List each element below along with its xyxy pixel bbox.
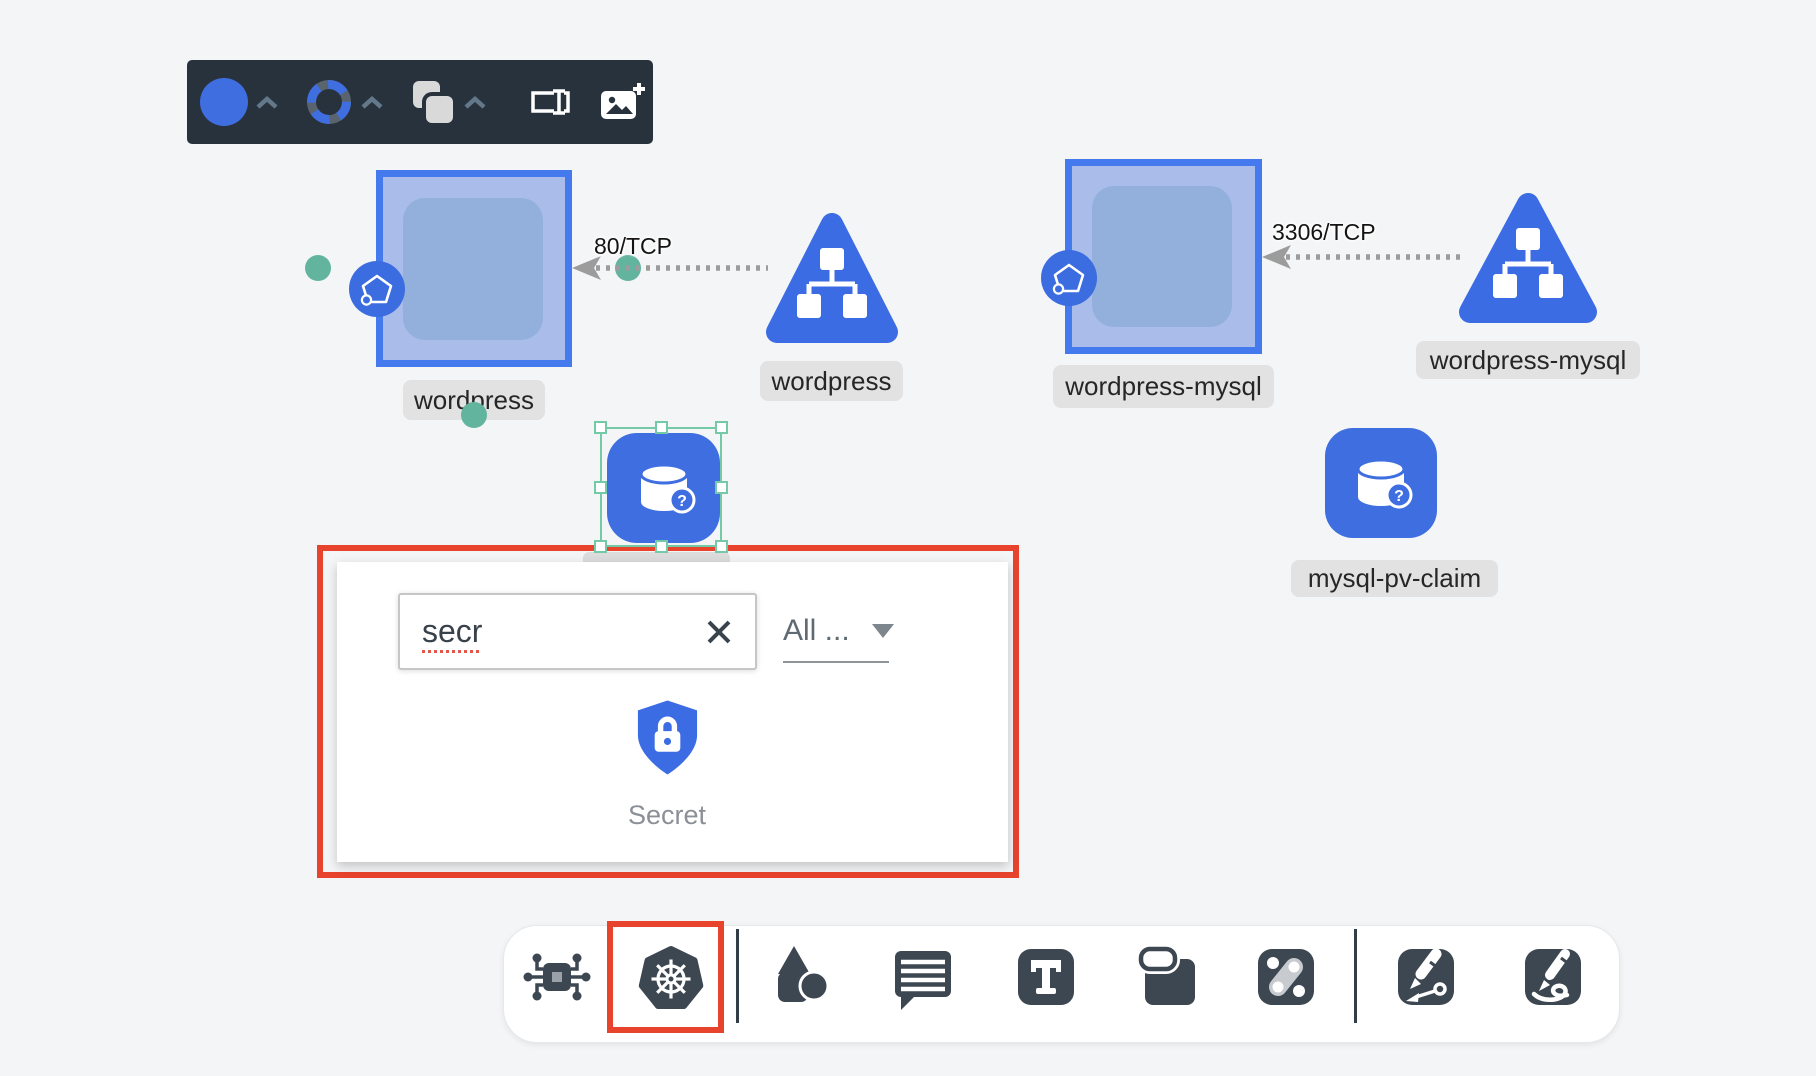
selection-box xyxy=(600,427,722,547)
selection-handle-se[interactable] xyxy=(715,540,728,553)
deployment-inner-shape xyxy=(403,198,543,340)
copy-style-button[interactable] xyxy=(397,60,500,144)
kubernetes-helm-icon xyxy=(635,941,707,1013)
node-deployment-wordpress[interactable] xyxy=(376,170,572,367)
copy-style-icon xyxy=(410,79,456,125)
search-input[interactable]: secr xyxy=(398,593,757,670)
selection-handle-w[interactable] xyxy=(594,481,607,494)
pen-arrow-icon xyxy=(1390,941,1462,1013)
node-label-wordpress-service[interactable]: wordpress xyxy=(760,361,903,401)
tool-freehand[interactable] xyxy=(1517,941,1589,1013)
chevron-up-icon[interactable] xyxy=(360,95,384,110)
edge-label-port: 80/TCP xyxy=(594,233,672,260)
tool-shapes[interactable] xyxy=(765,941,837,1013)
node-service-wordpress[interactable] xyxy=(765,210,899,346)
chevron-up-icon[interactable] xyxy=(255,95,279,110)
rename-button[interactable] xyxy=(516,60,586,144)
style-toolbar xyxy=(187,60,653,144)
search-panel: secr All ... Secret xyxy=(337,562,1008,862)
rename-text-cursor-icon xyxy=(529,84,573,120)
clear-search-icon[interactable] xyxy=(705,618,733,646)
fill-color-button[interactable] xyxy=(187,60,292,144)
dock-divider xyxy=(1354,929,1357,1023)
search-result-label: Secret xyxy=(628,800,706,831)
tool-dock xyxy=(503,925,1620,1043)
selection-handle-sw[interactable] xyxy=(594,540,607,553)
node-label-wordpress-mysql-deployment[interactable]: wordpress-mysql xyxy=(1053,365,1274,408)
tool-pen-arrow[interactable] xyxy=(1390,941,1462,1013)
add-image-icon xyxy=(599,81,645,123)
pod-pentagon-icon xyxy=(1051,260,1087,296)
selection-handle-n[interactable] xyxy=(655,421,668,434)
tool-frame[interactable] xyxy=(1133,941,1205,1013)
stroke-style-button[interactable] xyxy=(292,60,397,144)
edge-wordpress-mysql-service[interactable] xyxy=(1260,243,1465,271)
deployment-inner-shape xyxy=(1092,186,1232,327)
selection-handle-nw[interactable] xyxy=(594,421,607,434)
frame-icon xyxy=(1133,941,1205,1013)
stroke-style-swatch-icon xyxy=(305,78,353,126)
svg-text:?: ? xyxy=(1394,488,1404,505)
chevron-down-icon xyxy=(872,624,894,638)
text-icon xyxy=(1010,941,1082,1013)
deployment-badge xyxy=(349,261,405,317)
node-label-wordpress-mysql-service[interactable]: wordpress-mysql xyxy=(1416,341,1640,379)
pod-pentagon-icon xyxy=(359,271,395,307)
tool-text[interactable] xyxy=(1010,941,1082,1013)
node-deployment-wordpress-mysql[interactable] xyxy=(1065,159,1262,354)
tool-connector[interactable] xyxy=(1250,941,1322,1013)
dropdown-underline xyxy=(783,661,889,663)
tool-comment[interactable] xyxy=(887,941,959,1013)
freehand-pencil-icon xyxy=(1517,941,1589,1013)
dock-divider xyxy=(736,929,739,1023)
kind-filter-value: All ... xyxy=(783,614,850,648)
infrastructure-chip-icon xyxy=(521,941,593,1013)
selection-handle-s[interactable] xyxy=(655,540,668,553)
connector-chain-icon xyxy=(1250,941,1322,1013)
fill-color-swatch-icon xyxy=(200,78,248,126)
database-claim-icon: ? xyxy=(1345,447,1417,519)
connection-handle-dot[interactable] xyxy=(305,255,331,281)
tool-infrastructure[interactable] xyxy=(521,941,593,1013)
diagram-canvas[interactable]: wordpress 80/TCP wordpress wor xyxy=(0,0,1816,1076)
connection-handle-dot[interactable] xyxy=(461,402,487,428)
chevron-up-icon[interactable] xyxy=(463,95,487,110)
search-input-value[interactable]: secr xyxy=(422,613,705,650)
shapes-icon xyxy=(765,941,837,1013)
tool-kubernetes[interactable] xyxy=(635,941,707,1013)
selection-handle-ne[interactable] xyxy=(715,421,728,434)
selection-handle-e[interactable] xyxy=(715,481,728,494)
add-image-button[interactable] xyxy=(586,60,658,144)
deployment-badge xyxy=(1041,250,1097,306)
node-label-mysql-pv-claim[interactable]: mysql-pv-claim xyxy=(1291,560,1498,597)
node-pvc-mysql[interactable]: ? xyxy=(1325,428,1437,538)
secret-shield-lock-icon xyxy=(632,697,703,777)
comment-icon xyxy=(887,941,959,1013)
node-service-wordpress-mysql[interactable] xyxy=(1458,190,1598,326)
search-result-secret[interactable]: Secret xyxy=(592,697,742,831)
edge-label-port: 3306/TCP xyxy=(1272,219,1376,246)
kind-filter-dropdown[interactable]: All ... xyxy=(783,614,894,648)
